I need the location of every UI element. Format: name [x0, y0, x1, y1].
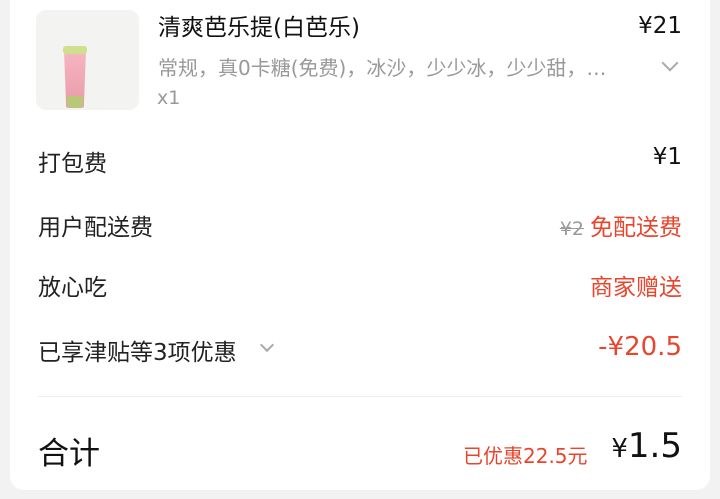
- product-name: 清爽芭乐提(白芭乐): [158, 15, 360, 41]
- drink-base-illustration: [67, 96, 83, 108]
- total-amount: ¥1.5: [611, 426, 682, 466]
- product-spec[interactable]: 常规，真0卡糖(免费)，冰沙，少少冰，少少甜，…: [158, 52, 606, 81]
- total-saved: 已优惠22.5元: [463, 444, 588, 468]
- free-delivery-text: 免配送费: [590, 215, 682, 241]
- packaging-fee-value: ¥1: [652, 144, 682, 170]
- delivery-fee-label: 用户配送费: [38, 215, 153, 241]
- total-label: 合计: [38, 436, 100, 472]
- delivery-fee-value: ¥2 免配送费: [560, 208, 682, 242]
- discount-amount: -¥20.5: [598, 332, 682, 362]
- product-price: ¥21: [638, 13, 682, 39]
- drink-topping-illustration: [63, 46, 87, 54]
- total-amount-number: 1.5: [627, 426, 682, 466]
- product-image[interactable]: [36, 10, 139, 110]
- currency-symbol: ¥: [611, 434, 628, 464]
- divider: [38, 396, 682, 397]
- discount-summary-label[interactable]: 已享津贴等3项优惠: [38, 333, 237, 367]
- merchant-gift-text: 商家赠送: [590, 275, 682, 301]
- worry-free-label: 放心吃: [38, 275, 107, 301]
- delivery-fee-original: ¥2: [559, 218, 584, 240]
- packaging-fee-label: 打包费: [38, 151, 107, 177]
- product-quantity: x1: [157, 87, 181, 109]
